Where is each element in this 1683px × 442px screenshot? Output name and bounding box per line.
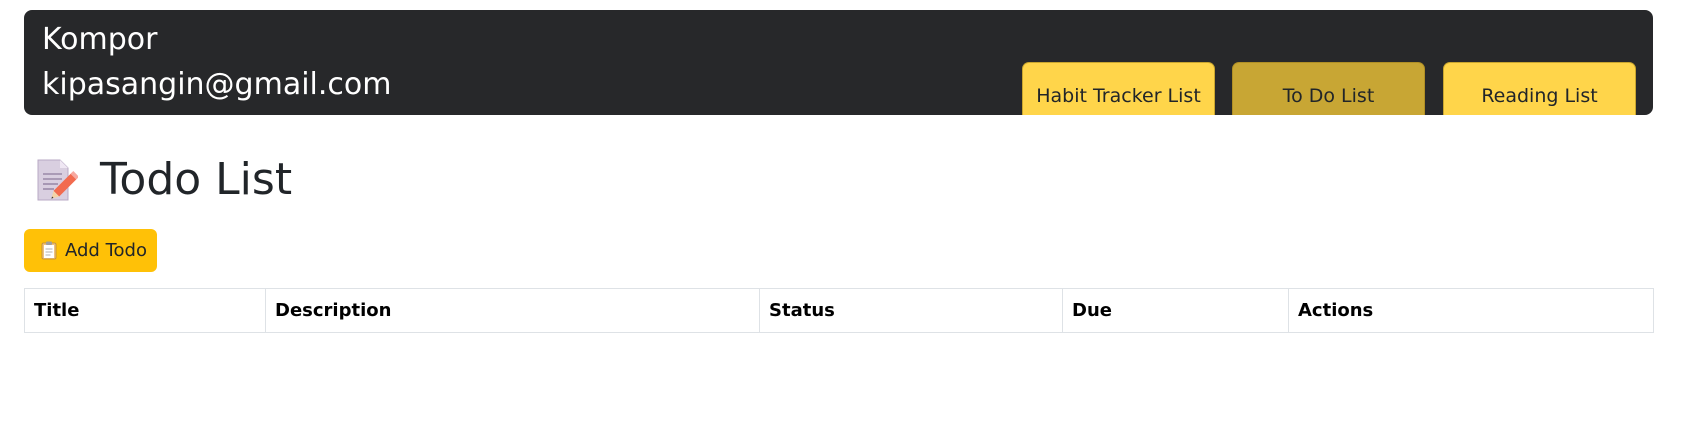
clipboard-icon bbox=[41, 241, 57, 260]
app-header: Kompor kipasangin@gmail.com Habit Tracke… bbox=[24, 10, 1653, 115]
add-todo-button[interactable]: Add Todo bbox=[24, 229, 157, 272]
page-title-text: Todo List bbox=[100, 154, 293, 205]
page-title: Todo List bbox=[30, 152, 292, 208]
column-header-status: Status bbox=[759, 288, 1063, 333]
todo-table: Title Description Status Due Actions bbox=[24, 288, 1654, 333]
tab-to-do-list[interactable]: To Do List bbox=[1232, 62, 1425, 115]
tab-habit-tracker-list[interactable]: Habit Tracker List bbox=[1022, 62, 1215, 115]
column-header-description: Description bbox=[265, 288, 760, 333]
tab-reading-list[interactable]: Reading List bbox=[1443, 62, 1636, 115]
user-email: kipasangin@gmail.com bbox=[42, 67, 392, 102]
add-todo-label: Add Todo bbox=[65, 240, 147, 261]
column-header-title: Title bbox=[24, 288, 266, 333]
table-header-row: Title Description Status Due Actions bbox=[24, 288, 1654, 333]
column-header-due: Due bbox=[1062, 288, 1289, 333]
user-name: Kompor bbox=[42, 22, 158, 57]
column-header-actions: Actions bbox=[1288, 288, 1654, 333]
memo-icon bbox=[37, 159, 78, 201]
